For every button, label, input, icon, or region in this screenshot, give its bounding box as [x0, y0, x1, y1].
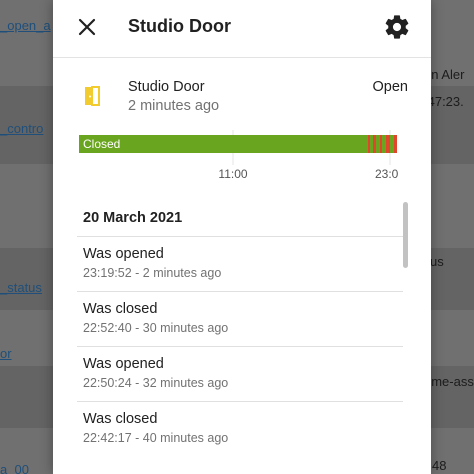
logbook-entry-time: 22:50:24 - 32 minutes ago: [83, 376, 229, 390]
timeline-segment-open: [380, 135, 382, 153]
door-open-icon-glyph: [85, 86, 100, 106]
background-link[interactable]: _open_a: [0, 18, 51, 33]
logbook-entry-label: Was opened: [83, 246, 164, 262]
timeline-segment-open: [386, 135, 390, 153]
background-text: 48: [432, 458, 447, 473]
history-date-heading: 20 March 2021: [83, 210, 183, 226]
background-link[interactable]: _contro: [0, 121, 43, 136]
entity-name: Studio Door: [128, 79, 205, 95]
timeline-segment-open: [368, 135, 370, 153]
close-button[interactable]: [73, 12, 101, 42]
background-text: ome-ass: [424, 374, 474, 389]
timeline-segment-open: [373, 135, 376, 153]
logbook-entry-label: Was closed: [83, 411, 158, 427]
timeline-segment-open: [394, 135, 397, 153]
dialog-header: Studio Door: [53, 0, 431, 58]
timeline-chart: Closed 11:00 23:00: [79, 130, 405, 181]
logbook-entry-time: 22:42:17 - 40 minutes ago: [83, 431, 229, 445]
dialog-title: Studio Door: [128, 16, 231, 36]
gear-icon: [385, 15, 409, 39]
entity-last-changed: 2 minutes ago: [128, 98, 220, 114]
state-timeline[interactable]: Closed 11:00 23:00: [78, 130, 405, 181]
background-text: us: [430, 254, 444, 269]
timeline-tick-label: 11:00: [218, 167, 247, 180]
logbook-entry-time: 22:52:40 - 30 minutes ago: [83, 321, 229, 335]
entity-more-info-dialog: Studio Door Studio Door 2 minutes ago Op…: [53, 0, 431, 474]
entity-state: Open: [372, 79, 408, 95]
timeline-segment-closed: [79, 135, 397, 153]
timeline-tick-label: 23:00: [375, 167, 398, 180]
timeline-bar-label: Closed: [83, 137, 120, 151]
background-link[interactable]: or: [0, 346, 12, 361]
background-link[interactable]: _status: [0, 280, 42, 295]
settings-button[interactable]: [383, 13, 411, 41]
divider: [77, 236, 403, 237]
logbook-entry-label: Was closed: [83, 301, 158, 317]
divider: [77, 346, 403, 347]
divider: [77, 291, 403, 292]
logbook-entry-label: Was opened: [83, 356, 164, 372]
background-link[interactable]: a_00: [0, 462, 29, 474]
close-icon: [78, 18, 96, 36]
door-open-icon: [81, 84, 105, 108]
logbook-entry-time: 23:19:52 - 2 minutes ago: [83, 266, 222, 280]
divider: [77, 401, 403, 402]
history-scrollbar[interactable]: [403, 202, 408, 268]
